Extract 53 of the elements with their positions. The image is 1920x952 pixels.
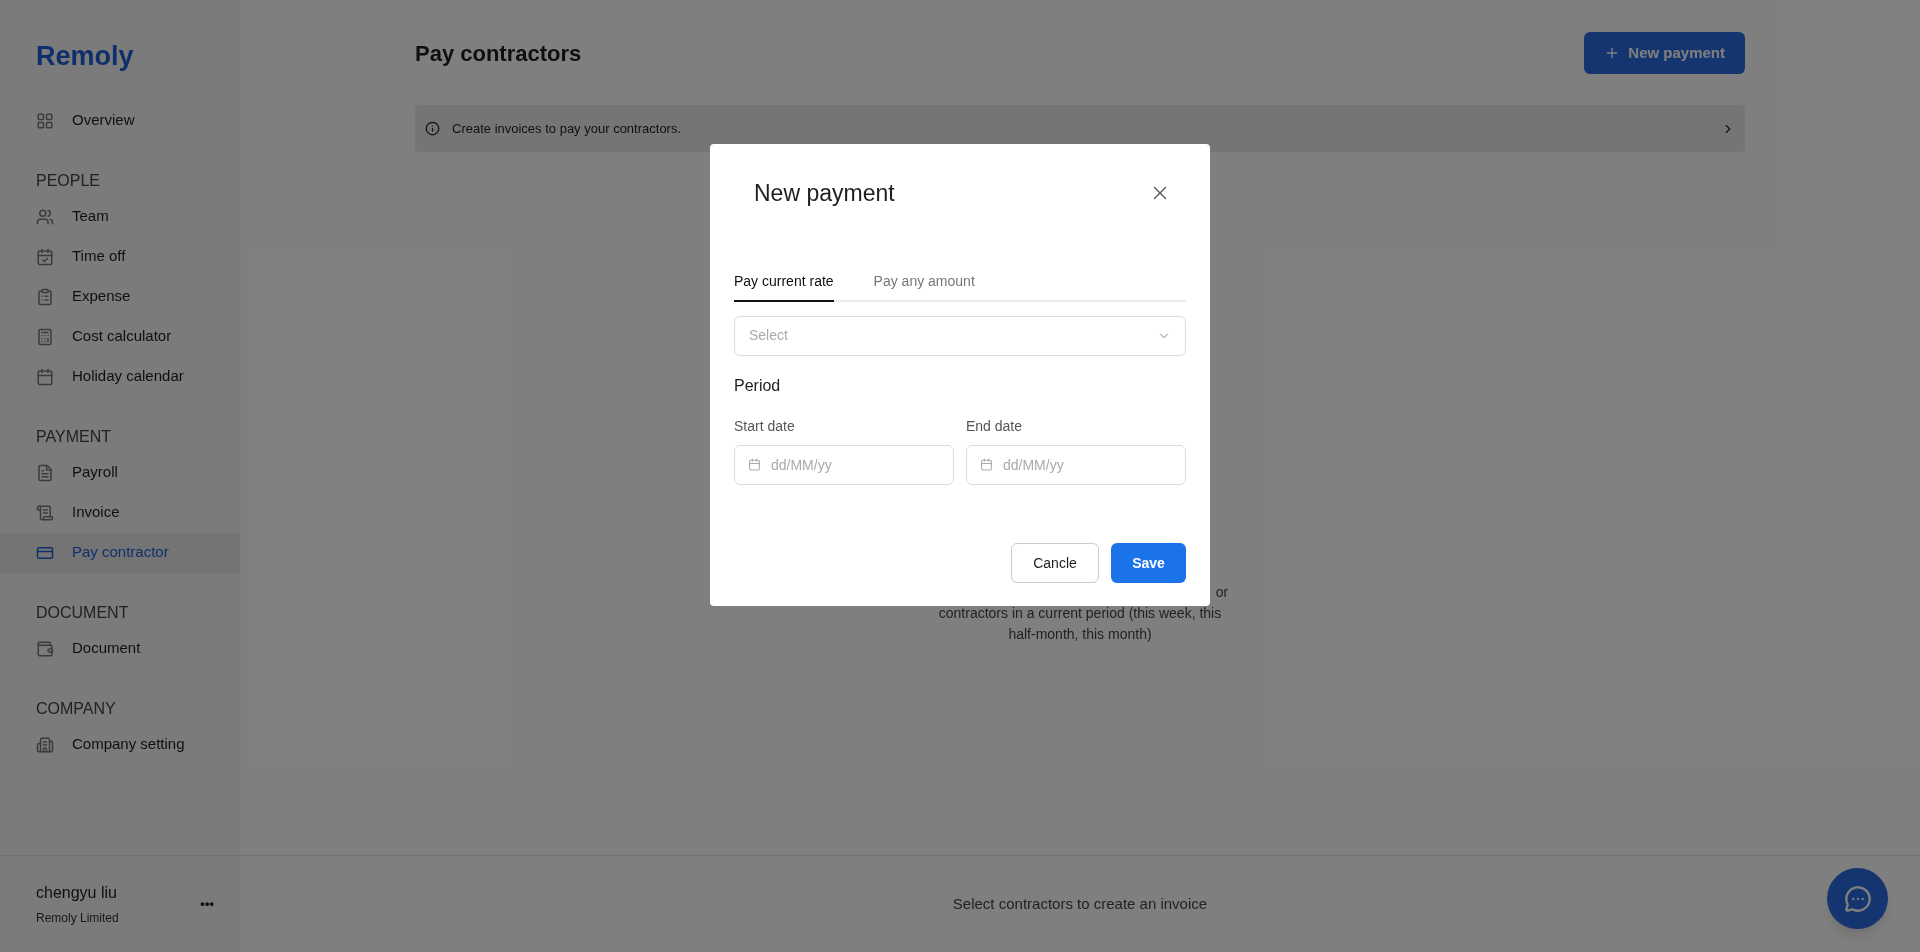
sidebar-item[interactable]: Payroll [0,452,240,493]
chat-button[interactable] [1827,868,1888,929]
tab[interactable]: Pay current rate [734,270,834,302]
sidebar-item[interactable]: Team [0,196,240,237]
select-field[interactable]: Select [734,315,1186,356]
tab[interactable]: Pay any amount [873,270,975,302]
sidebar-item[interactable]: Holiday calendar [0,356,240,397]
sidebar-item[interactable]: Overview [0,100,240,141]
calendar-icon [748,457,761,471]
section-heading: DOCUMENT [35,602,130,623]
cancel-button[interactable]: Cancle [1011,543,1099,583]
sidebar-item[interactable]: Document [0,628,240,669]
page-title: Pay contractors [415,39,582,68]
empty-state-text: half-month, this month) [1008,625,1152,644]
logo: Remoly [35,40,135,73]
calendar-check-icon [36,247,54,266]
building-icon [36,735,54,754]
more-button[interactable]: ••• [200,894,214,914]
sidebar-item[interactable]: Expense [0,276,240,317]
sidebar-item[interactable]: Company setting [0,724,240,765]
date-field[interactable]: dd/MM/yy [966,444,1186,485]
clipboard-icon [36,287,54,306]
date-label: End date [966,416,1023,436]
footer-text: Select contractors to create an invoice [952,893,1208,914]
section-heading: PEOPLE [35,170,102,191]
empty-state-text: or [1215,583,1229,602]
info-text: Create invoices to pay your contractors. [452,119,683,138]
calendar-icon [980,457,993,471]
sidebar-item[interactable]: Pay contractor [0,532,240,573]
period-label: Period [734,375,781,396]
document-icon [36,463,54,482]
empty-state-text: contractors in a current period (this week, this [938,604,1222,623]
sidebar-item[interactable]: Time off [0,236,240,277]
sidebar-item[interactable]: Cost calculator [0,316,240,357]
wallet-icon [36,639,54,658]
chat-icon [1843,884,1872,913]
info-icon [425,121,440,136]
sidebar-item[interactable]: Invoice [0,492,240,533]
info-banner[interactable]: Create invoices to pay your contractors. [415,105,1745,152]
section-heading: COMPANY [35,698,117,719]
calendar-icon [36,367,54,386]
calculator-icon [36,327,54,346]
company-name: Remoly Limited [36,910,119,927]
user-name: chengyu liu [36,883,118,903]
date-label: Start date [734,416,795,436]
save-button[interactable]: Save [1111,543,1186,583]
scroll-icon [36,503,54,522]
grid-icon [36,111,54,130]
new-payment-button[interactable]: New payment [1584,32,1745,74]
people-icon [36,207,54,226]
date-field[interactable]: dd/MM/yy [734,444,954,485]
dialog-title: New payment [754,179,895,208]
section-heading: PAYMENT [35,426,112,447]
